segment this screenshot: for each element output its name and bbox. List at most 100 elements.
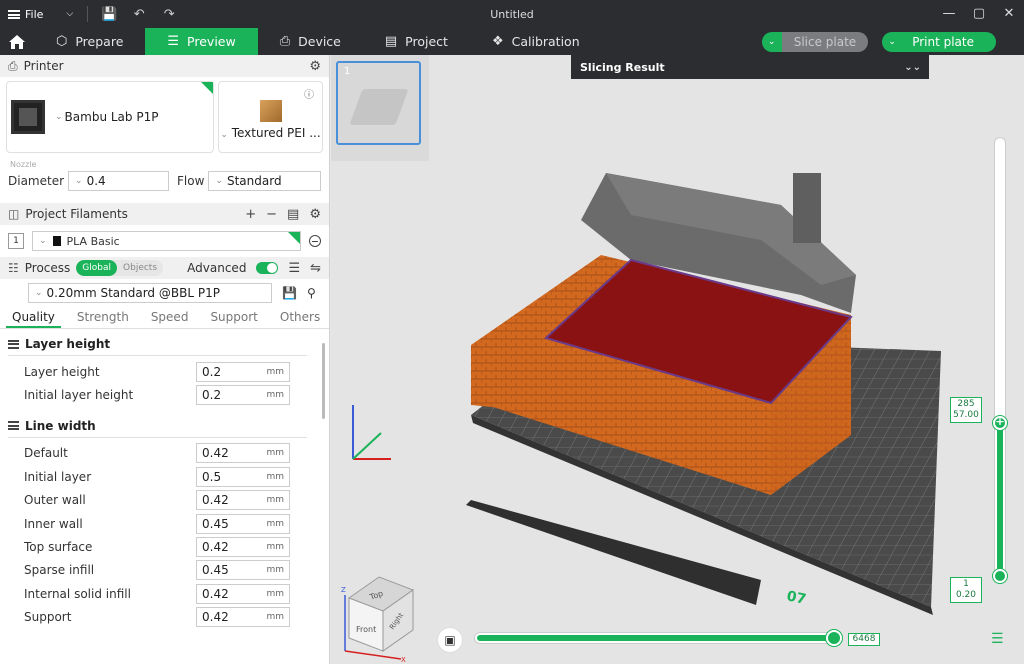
remove-filament-icon[interactable]: − — [266, 207, 277, 222]
global-objects-toggle[interactable]: Global Objects — [76, 260, 164, 276]
tab-prepare[interactable]: ⬡ Prepare — [34, 28, 145, 55]
compare-icon[interactable]: ⇋ — [310, 261, 321, 276]
list-icon[interactable]: ☰ — [288, 261, 300, 276]
slicing-result-panel[interactable]: Slicing Result ⌄⌄ — [571, 55, 929, 79]
param-input[interactable]: 0.45 mm — [196, 560, 290, 581]
toggle-global[interactable]: Global — [76, 260, 118, 276]
save-icon[interactable]: 💾 — [94, 7, 124, 22]
tab-calibration[interactable]: ❖ Calibration — [470, 28, 602, 55]
move-slider-handle[interactable] — [826, 630, 842, 646]
undo-icon[interactable]: ↶ — [124, 7, 154, 22]
printer-selector[interactable]: ⌄ Bambu Lab P1P — [6, 81, 214, 153]
y-axis-line — [352, 432, 382, 460]
layer-slider-top-handle[interactable] — [993, 415, 1007, 430]
printer-icon: ⎙ — [8, 58, 18, 73]
tab-device[interactable]: ⎙ Device — [258, 28, 363, 55]
filament-sync-icon[interactable]: ▤ — [287, 207, 299, 222]
home-button[interactable] — [0, 28, 34, 55]
save-icon[interactable]: 💾 — [282, 286, 297, 300]
param-input[interactable]: 0.5 mm — [196, 466, 290, 487]
print-plate-button[interactable]: ⌄ Print plate — [882, 31, 996, 52]
tab-device-label: Device — [298, 34, 341, 49]
plate-type-selector[interactable]: ⓘ ⌄ Textured PEI ... — [218, 81, 323, 153]
plate-thumbnail-strip: 1 — [331, 55, 429, 161]
process-preset-dropdown[interactable]: ⌄ 0.20mm Standard @BBL P1P — [28, 283, 272, 303]
3d-viewport[interactable]: 07 Top Front Right Z X 1 Slicing Result … — [331, 55, 1024, 664]
plate-thumbnail[interactable]: 1 — [336, 61, 421, 145]
subtab-quality[interactable]: Quality — [6, 307, 61, 328]
maximize-icon[interactable]: ▢ — [964, 0, 994, 28]
slice-plate-button[interactable]: ⌄ Slice plate — [761, 31, 869, 52]
flow-dropdown[interactable]: ⌄ Standard — [208, 171, 321, 191]
subtab-strength[interactable]: Strength — [71, 307, 135, 328]
param-value: 0.42 — [202, 446, 229, 461]
param-input[interactable]: 0.42 mm — [196, 490, 290, 511]
param-unit: mm — [266, 448, 284, 459]
advanced-switch[interactable] — [256, 262, 279, 274]
chevron-down-icon: ⌄ — [39, 236, 47, 246]
layers-stack-icon[interactable]: ☰ — [991, 631, 1004, 647]
diameter-dropdown[interactable]: ⌄ 0.4 — [68, 171, 170, 191]
camera-reset-button[interactable]: ▣ — [437, 627, 463, 653]
param-input[interactable]: 0.42 mm — [196, 607, 290, 628]
param-input[interactable]: 0.42 mm — [196, 583, 290, 604]
add-filament-icon[interactable]: + — [245, 207, 256, 222]
chevron-down-icon[interactable]: ⌄ — [761, 31, 782, 52]
param-row: Default 0.42 mm — [0, 442, 329, 465]
param-label: Inner wall — [24, 516, 83, 531]
subtab-speed[interactable]: Speed — [145, 307, 195, 328]
chevron-down-icon[interactable]: ⌄ — [882, 31, 903, 52]
param-row: Support 0.42 mm — [0, 606, 329, 629]
edit-corner-icon — [288, 232, 300, 244]
close-icon[interactable]: ✕ — [994, 0, 1024, 28]
param-input[interactable]: 0.2 mm — [196, 361, 290, 382]
process-section-header: ☷ Process Global Objects Advanced ☰ ⇋ — [0, 257, 329, 279]
subtab-others[interactable]: Others — [274, 307, 326, 328]
diameter-label: Diameter — [8, 174, 65, 188]
layer-top-height: 57.00 — [953, 410, 979, 420]
scrollbar-thumb[interactable] — [322, 343, 325, 419]
param-label: Sparse infill — [24, 563, 95, 578]
toggle-objects[interactable]: Objects — [117, 260, 163, 276]
flow-value: Standard — [226, 174, 282, 188]
chevron-down-icon: ⌄ — [215, 176, 223, 186]
param-unit: mm — [266, 612, 284, 623]
param-label: Initial layer height — [24, 388, 134, 403]
remove-circle-icon[interactable] — [309, 235, 321, 247]
param-unit: mm — [266, 366, 284, 377]
search-icon[interactable]: ⚲ — [307, 286, 316, 300]
filament-row: 1 ⌄ PLA Basic — [0, 225, 329, 257]
double-chevron-down-icon[interactable]: ⌄⌄ — [904, 62, 921, 73]
param-unit: mm — [266, 471, 284, 482]
printer-image — [11, 100, 45, 134]
filaments-section-title: Project Filaments — [25, 207, 128, 221]
param-input[interactable]: 0.42 mm — [196, 443, 290, 464]
gear-icon[interactable]: ⚙ — [309, 59, 321, 74]
param-input[interactable]: 0.2 mm — [196, 385, 290, 406]
param-value: 0.42 — [202, 610, 229, 625]
document-icon: ▤ — [384, 34, 398, 49]
param-label: Initial layer — [24, 469, 92, 484]
param-unit: mm — [266, 518, 284, 529]
process-section-title: Process — [24, 261, 71, 275]
param-input[interactable]: 0.42 mm — [196, 537, 290, 558]
calibration-icon: ❖ — [491, 34, 504, 49]
filament-index[interactable]: 1 — [8, 233, 24, 249]
filament-dropdown[interactable]: ⌄ PLA Basic — [32, 231, 301, 251]
layer-slider-bottom-handle[interactable] — [993, 569, 1007, 583]
file-menu-button[interactable]: File ⌵ — [0, 0, 81, 28]
minimize-icon[interactable]: — — [934, 0, 964, 28]
redo-icon[interactable]: ↷ — [154, 7, 184, 22]
group-title: Line width — [25, 418, 96, 433]
gear-icon[interactable]: ⚙ — [309, 207, 321, 222]
diameter-value: 0.4 — [86, 174, 106, 188]
param-input[interactable]: 0.45 mm — [196, 513, 290, 534]
title-bar: File ⌵ 💾 ↶ ↷ Untitled — ▢ ✕ — [0, 0, 1024, 28]
chevron-down-icon: ⌄ — [220, 130, 228, 140]
file-menu-label: File — [25, 7, 44, 21]
view-cube[interactable]: Top Front Right Z X — [341, 576, 415, 664]
tab-project[interactable]: ▤ Project — [363, 28, 470, 55]
info-icon[interactable]: ⓘ — [304, 86, 314, 101]
tab-preview[interactable]: ☰ Preview — [145, 28, 258, 55]
subtab-support[interactable]: Support — [204, 307, 263, 328]
